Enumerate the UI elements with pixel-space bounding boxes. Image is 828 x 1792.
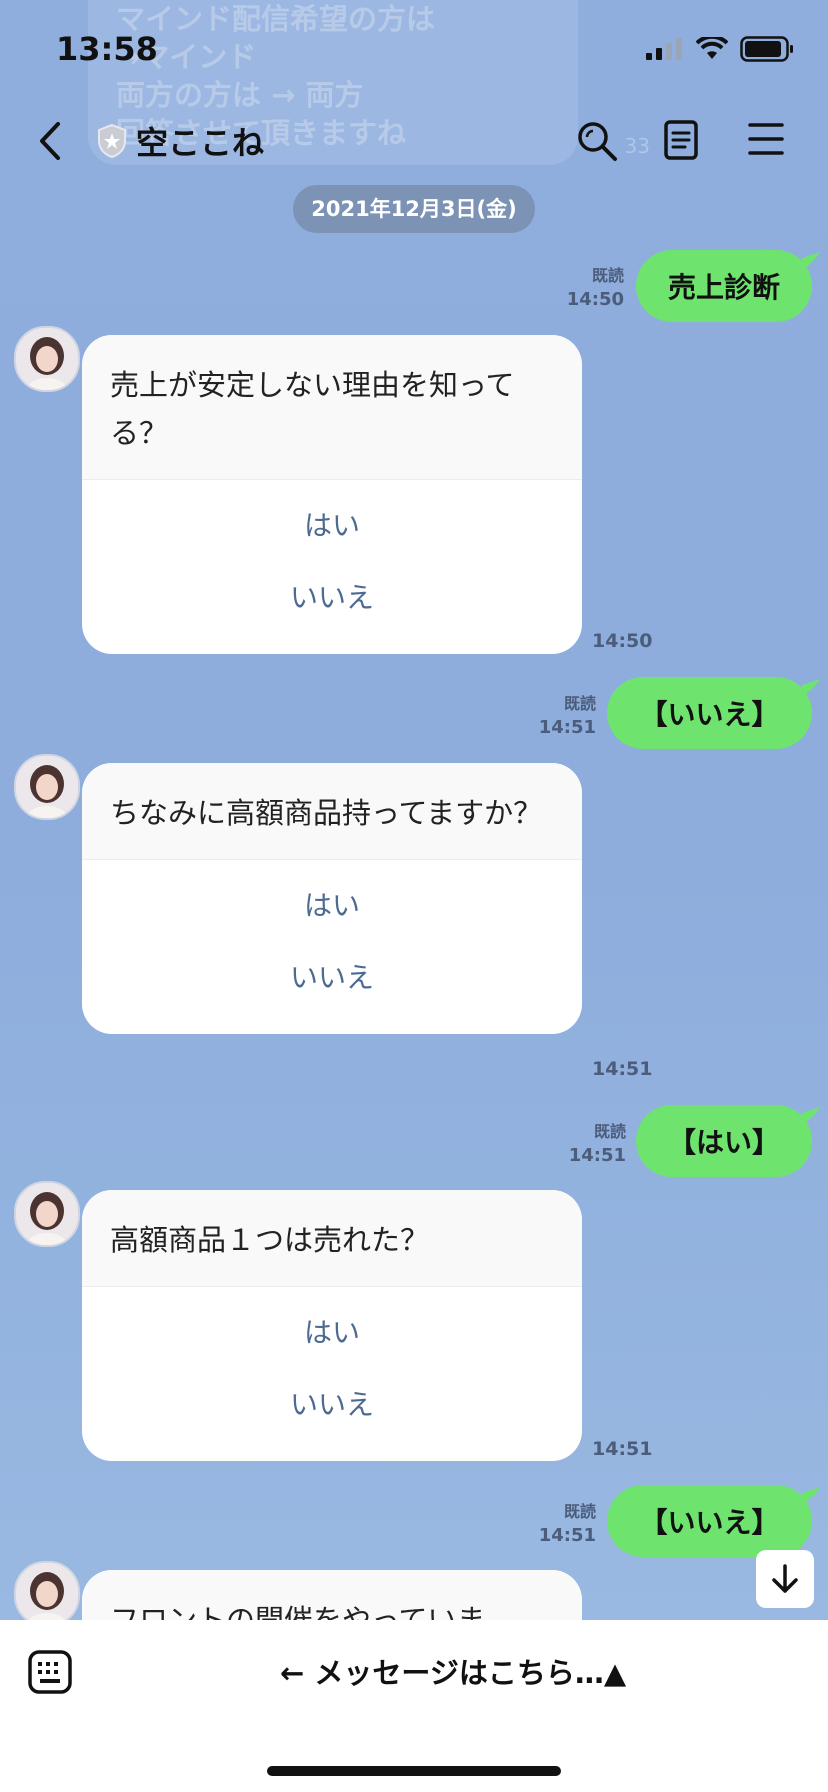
wifi-icon (696, 37, 728, 59)
message-meta: 既読 14:51 (539, 1500, 596, 1548)
option-no-button[interactable]: いいえ (82, 942, 582, 1014)
outgoing-message[interactable]: 売上診断 (636, 250, 820, 322)
arrow-down-icon (772, 1564, 798, 1593)
scroll-to-bottom-button[interactable] (756, 1550, 814, 1608)
question-card: 高額商品１つは売れた？ はい いいえ (82, 1190, 582, 1461)
message-text: 【はい】 (667, 1126, 780, 1159)
chat-title-text: 空ここね (136, 124, 265, 162)
question-text: ちなみに高額商品持ってますか？ (82, 763, 582, 860)
avatar-image (16, 756, 78, 818)
status-time: 13:58 (56, 30, 158, 68)
question-text: 売上が安定しない理由を知ってる？ (82, 335, 582, 480)
avatar-image (16, 1563, 78, 1625)
notes-icon[interactable] (664, 120, 698, 160)
avatar-image (16, 328, 78, 390)
outgoing-message[interactable]: 【はい】 (636, 1105, 820, 1177)
back-arrow-icon[interactable] (36, 120, 64, 162)
faded-line: マインド配信希望の方は (116, 2, 436, 36)
message-time: 14:51 (592, 1058, 653, 1080)
rich-menu-toggle[interactable]: ← メッセージはこちら…▲ (280, 1650, 626, 1692)
menu-icon[interactable] (748, 122, 784, 156)
read-receipt: 既読 (563, 1502, 596, 1521)
chat-header: 空ここね (0, 100, 828, 180)
message-meta: 既読 14:51 (539, 692, 596, 740)
option-yes-button[interactable]: はい (82, 490, 582, 562)
date-separator: 2021年12月3日(金) (293, 185, 535, 233)
option-yes-button[interactable]: はい (82, 1297, 582, 1369)
outgoing-message[interactable]: 【いいえ】 (607, 677, 820, 749)
message-time: 14:51 (538, 1525, 596, 1546)
option-yes-button[interactable]: はい (82, 870, 582, 942)
outgoing-message[interactable]: 【いいえ】 (607, 1485, 820, 1557)
read-receipt: 既読 (563, 694, 596, 713)
message-meta: 既読 14:51 (569, 1120, 626, 1168)
avatar[interactable] (14, 754, 80, 820)
message-time: 14:50 (592, 630, 653, 652)
avatar-image (16, 1183, 78, 1245)
option-no-button[interactable]: いいえ (82, 1369, 582, 1441)
message-time: 14:51 (592, 1438, 653, 1460)
home-indicator (267, 1766, 561, 1776)
question-card: ちなみに高額商品持ってますか？ はい いいえ (82, 763, 582, 1034)
status-icons (646, 36, 794, 62)
avatar[interactable] (14, 1561, 80, 1627)
chat-title[interactable]: 空ここね (96, 118, 264, 164)
message-time: 14:51 (538, 717, 596, 738)
option-no-button[interactable]: いいえ (82, 562, 582, 634)
read-receipt: 既読 (591, 266, 624, 285)
avatar[interactable] (14, 326, 80, 392)
message-text: 【いいえ】 (639, 698, 780, 731)
signal-icon (646, 38, 682, 60)
question-text: 高額商品１つは売れた？ (82, 1190, 582, 1287)
message-time: 14:51 (568, 1145, 626, 1166)
official-badge-icon (98, 123, 126, 159)
bubble-tail (794, 1487, 820, 1507)
keyboard-icon[interactable] (28, 1650, 72, 1694)
avatar[interactable] (14, 1181, 80, 1247)
message-text: 売上診断 (667, 271, 780, 304)
bubble-tail (794, 252, 820, 272)
bubble-tail (794, 1107, 820, 1127)
message-meta: 既読 14:50 (567, 264, 624, 312)
search-icon[interactable] (576, 120, 618, 162)
bubble-tail (794, 679, 820, 699)
read-receipt: 既読 (593, 1122, 626, 1141)
battery-icon (740, 36, 793, 62)
faded-line: →マインド (116, 40, 257, 74)
question-card: 売上が安定しない理由を知ってる？ はい いいえ (82, 335, 582, 654)
message-text: 【いいえ】 (639, 1506, 780, 1539)
message-time: 14:50 (566, 289, 624, 310)
